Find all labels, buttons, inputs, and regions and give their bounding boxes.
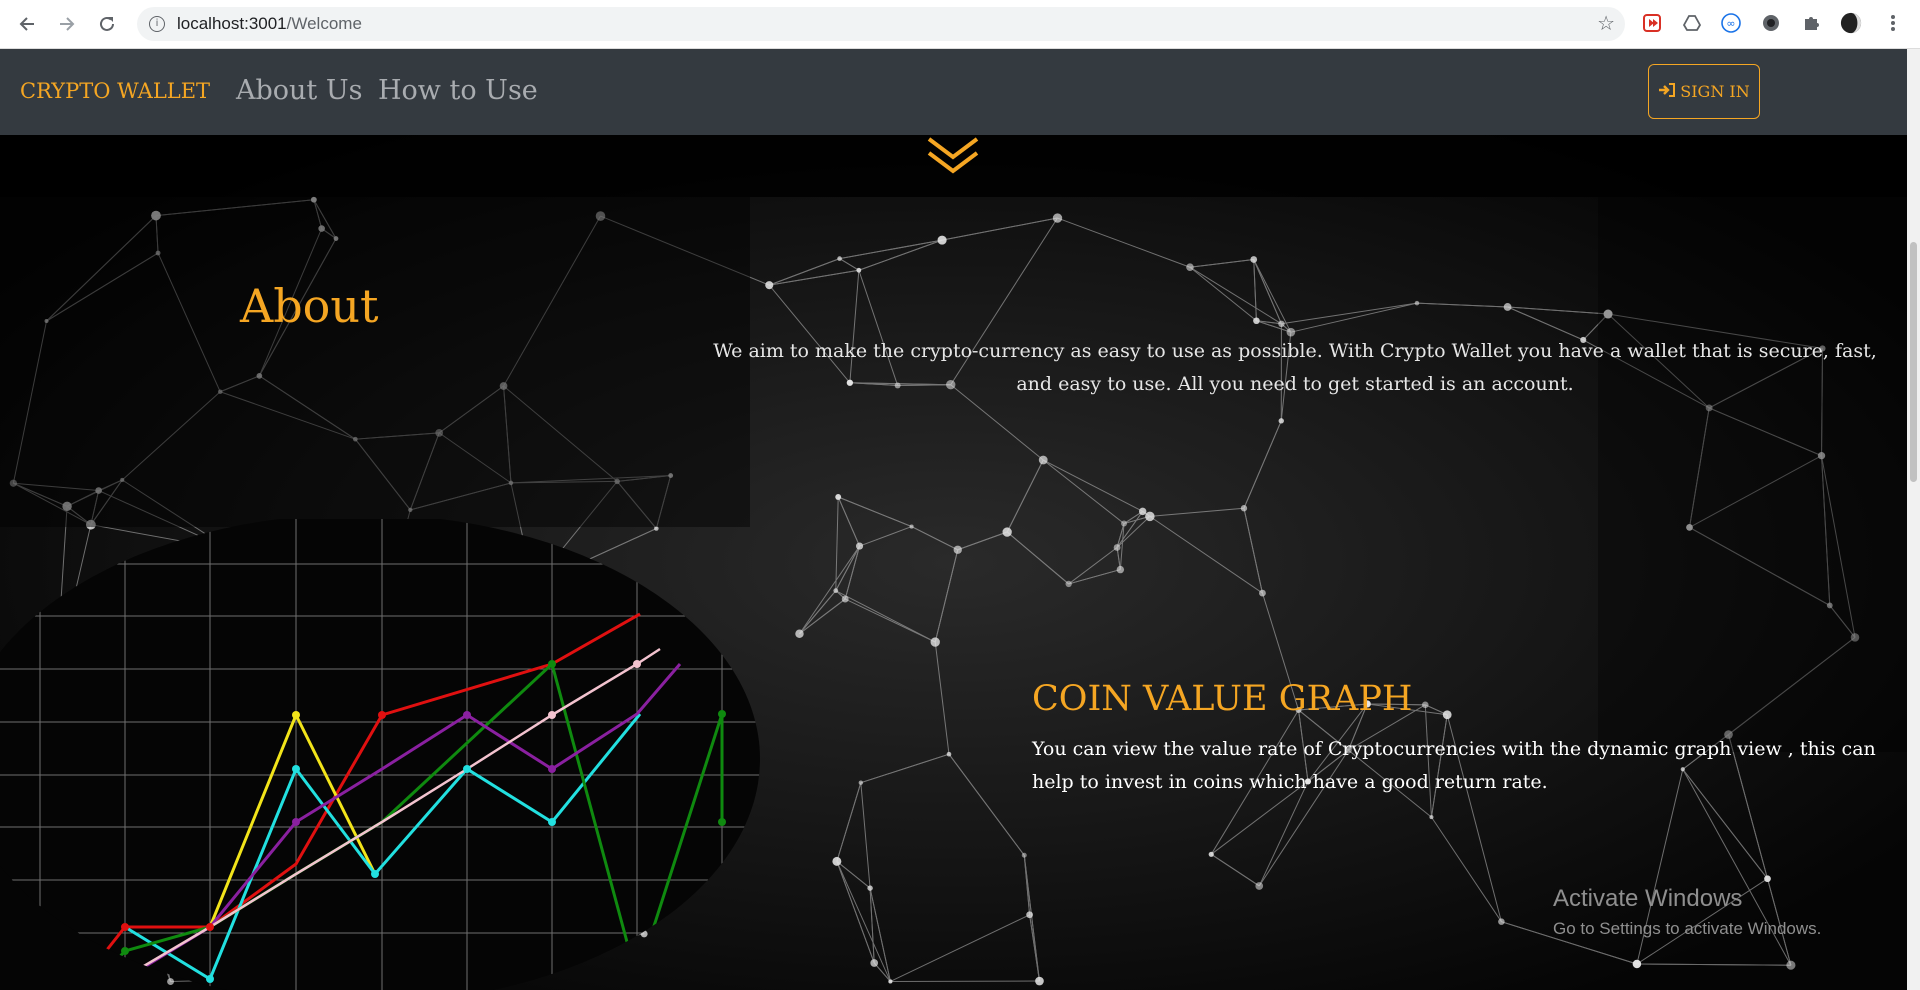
coin-graph-image <box>0 519 760 990</box>
coin-value-graph-description: You can view the value rate of Cryptocur… <box>1032 738 1876 793</box>
page: CRYPTO WALLET About Us How to Use SIGN I… <box>0 49 1907 990</box>
reload-icon[interactable] <box>93 10 121 38</box>
back-icon[interactable] <box>13 10 41 38</box>
nav-link-about-us[interactable]: About Us <box>236 75 362 106</box>
infinity-extension-icon[interactable]: ∞ <box>1720 12 1742 34</box>
info-icon[interactable]: i <box>149 16 165 32</box>
page-scrollbar[interactable] <box>1907 49 1920 990</box>
scroll-down-chevron-icon[interactable] <box>925 135 981 179</box>
nav-link-how-to-use[interactable]: How to Use <box>378 75 538 106</box>
scrollbar-thumb[interactable] <box>1910 242 1917 482</box>
sign-in-label: SIGN IN <box>1680 82 1750 101</box>
svg-text:∞: ∞ <box>1726 17 1735 30</box>
coin-value-graph-heading: COIN VALUE GRAPH <box>1032 679 1413 719</box>
address-bar[interactable]: i localhost:3001/Welcome ☆ <box>137 7 1625 41</box>
record-extension-icon[interactable] <box>1760 12 1782 34</box>
extension-icon-red[interactable] <box>1641 12 1663 34</box>
about-heading: About <box>240 279 379 333</box>
watermark-subtitle: Go to Settings to activate Windows. <box>1553 919 1822 938</box>
activate-windows-watermark: Activate Windows Go to Settings to activ… <box>1553 885 1821 939</box>
puzzle-extensions-icon[interactable] <box>1800 12 1822 34</box>
top-navbar: CRYPTO WALLET About Us How to Use SIGN I… <box>0 49 1907 135</box>
browser-toolbar: i localhost:3001/Welcome ☆ ∞ <box>0 0 1920 49</box>
brand-logo-text[interactable]: CRYPTO WALLET <box>20 79 210 103</box>
url-path: /Welcome <box>286 14 362 33</box>
url-host: localhost:3001 <box>177 14 287 33</box>
sign-in-button[interactable]: SIGN IN <box>1648 64 1760 119</box>
profile-avatar[interactable] <box>1840 12 1862 34</box>
star-icon[interactable]: ☆ <box>1597 11 1615 35</box>
drive-icon[interactable] <box>1681 12 1703 34</box>
watermark-title: Activate Windows <box>1553 885 1743 912</box>
sign-in-icon <box>1658 82 1676 102</box>
about-description: We aim to make the crypto-currency as ea… <box>713 340 1877 395</box>
url-text: localhost:3001/Welcome <box>177 14 362 34</box>
forward-icon[interactable] <box>53 10 81 38</box>
menu-icon[interactable] <box>1882 12 1904 34</box>
